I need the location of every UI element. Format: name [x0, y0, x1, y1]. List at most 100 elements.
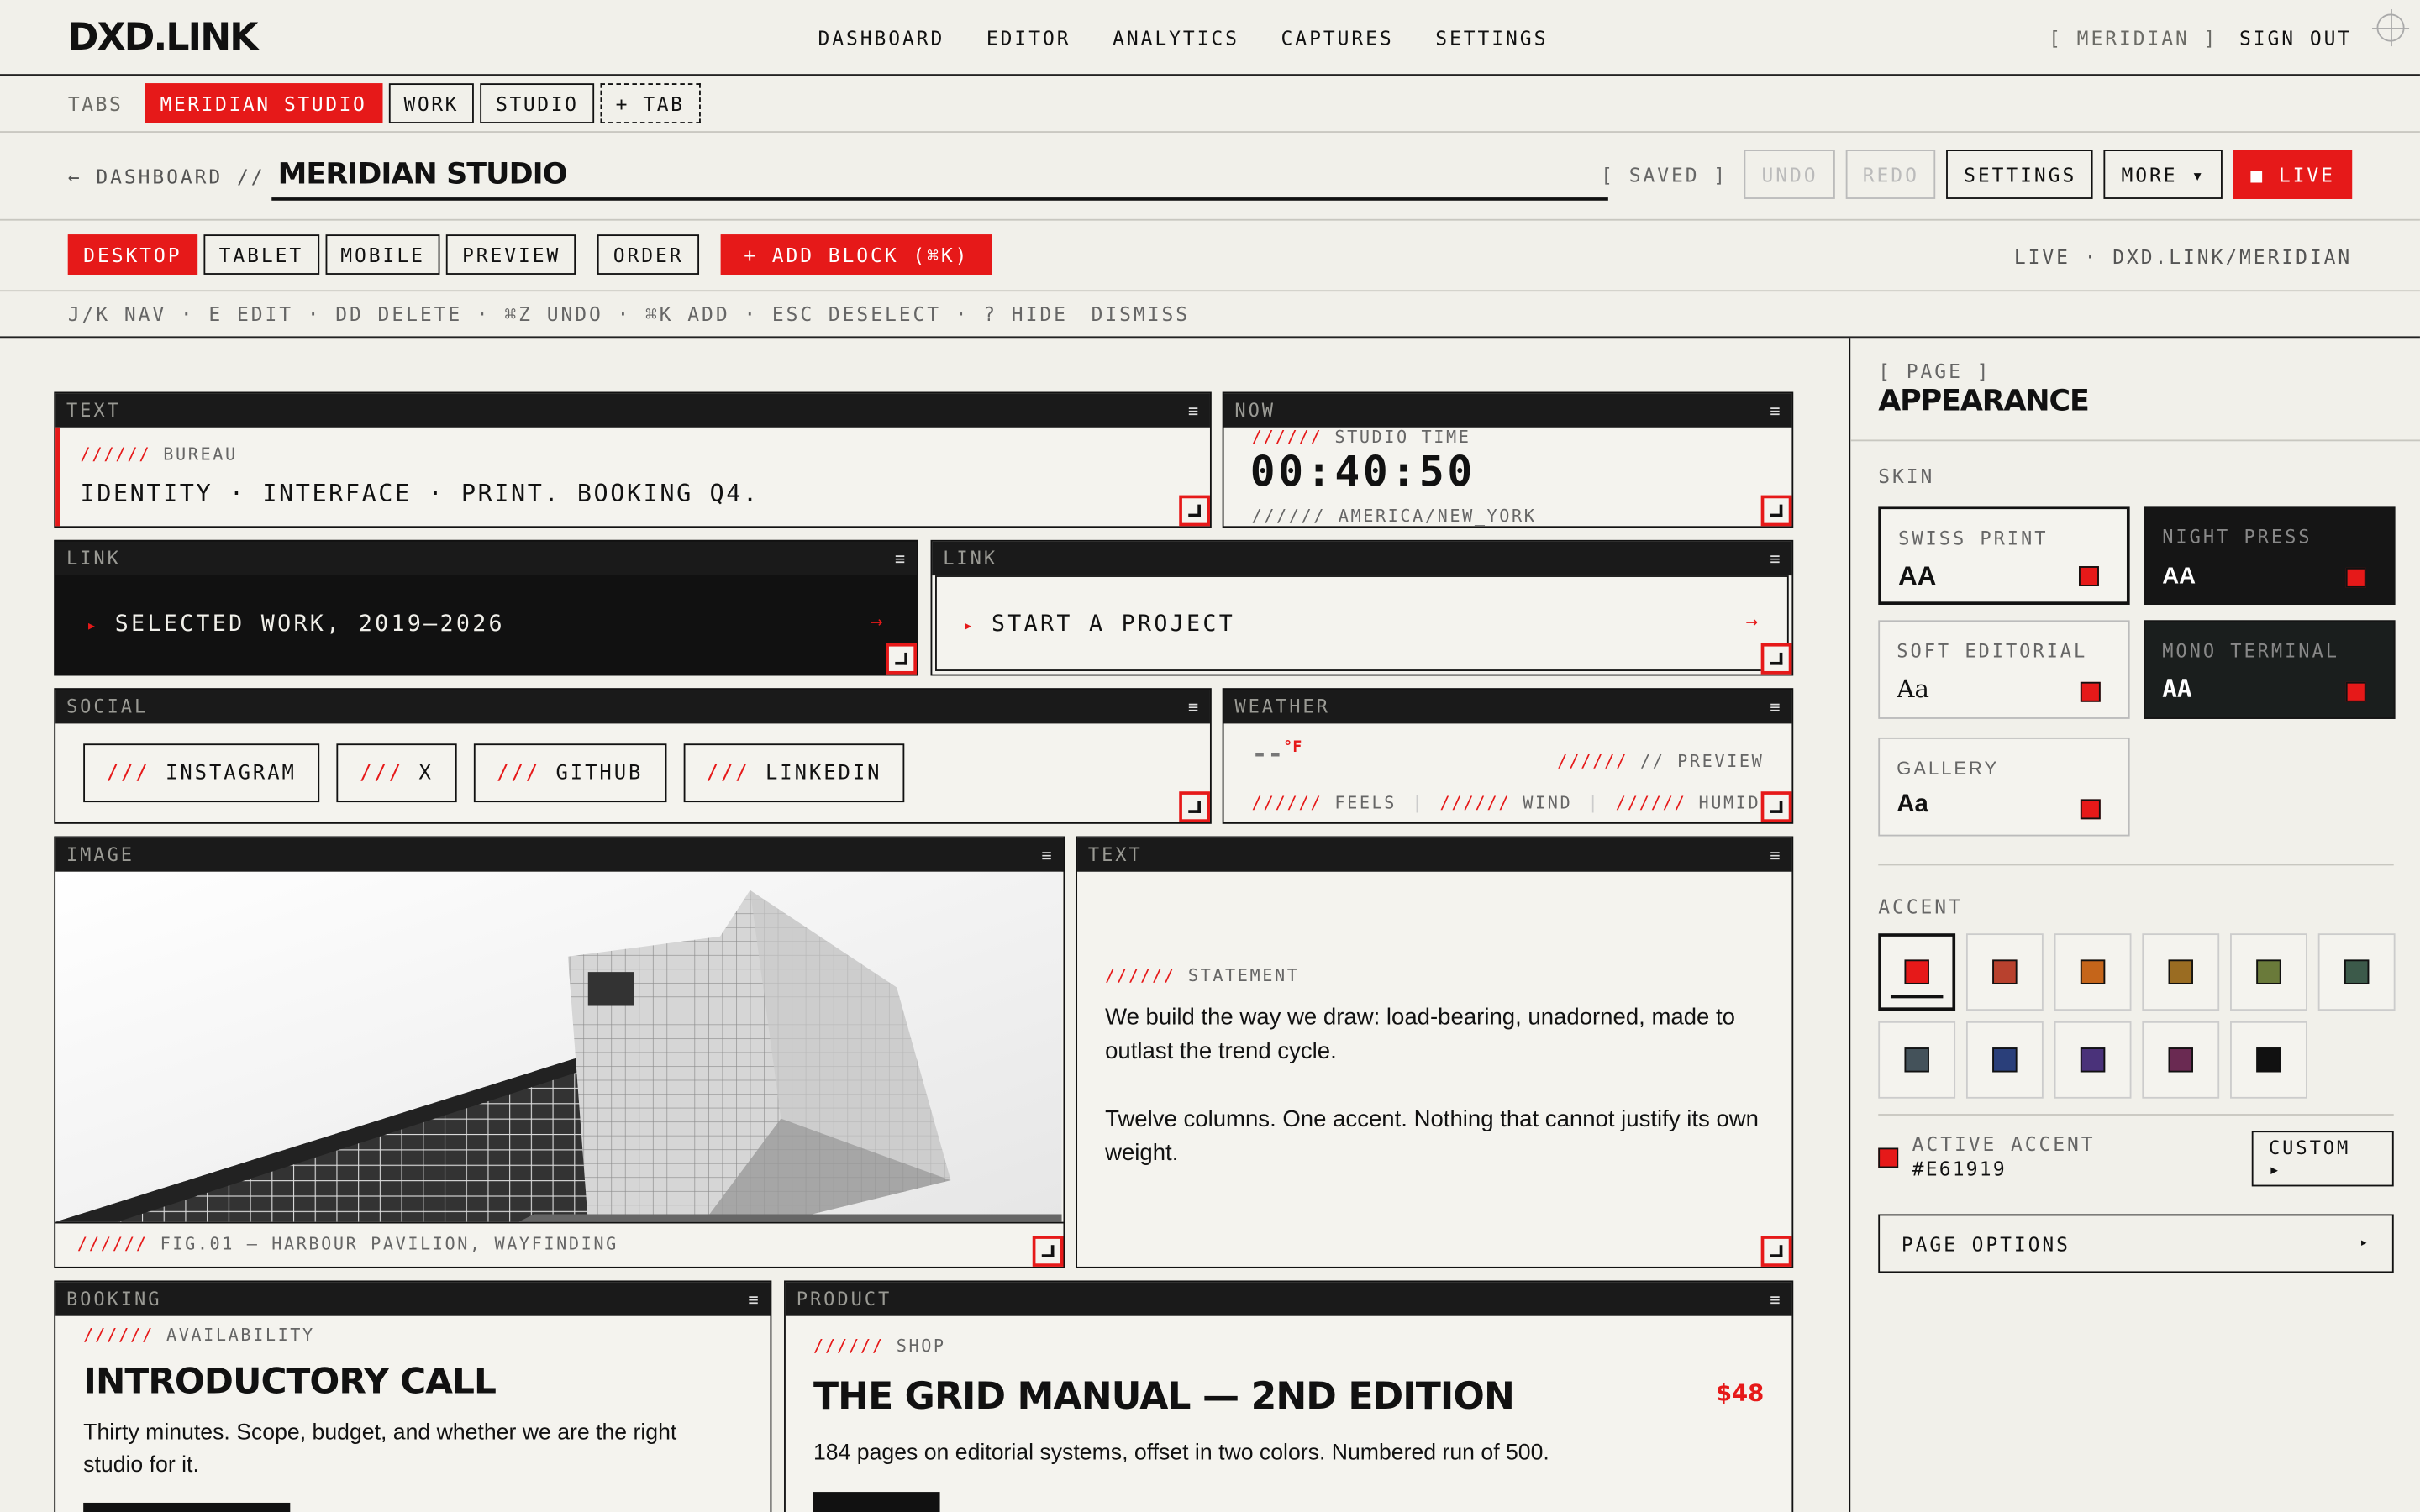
block-header[interactable]: PRODUCT ≡ — [785, 1282, 1792, 1316]
kicker-slashes: ////// — [1251, 506, 1326, 527]
accent-swatch[interactable] — [2142, 1021, 2220, 1099]
arrow-right-icon: ▸ — [963, 615, 976, 636]
block-header[interactable]: IMAGE ≡ — [55, 837, 1064, 872]
resize-handle-icon[interactable] — [1760, 1236, 1792, 1267]
product-block[interactable]: PRODUCT ≡ ////// SHOP THE GRID MANUAL — 2… — [784, 1280, 1794, 1512]
device-desktop[interactable]: DESKTOP — [67, 234, 197, 275]
page-options-button[interactable]: PAGE OPTIONS ▸ — [1878, 1214, 2394, 1273]
resize-handle-icon[interactable] — [1760, 495, 1792, 527]
now-block[interactable]: NOW ≡ ////// STUDIO TIME 00:40:50 ////// … — [1222, 391, 1794, 528]
menu-icon[interactable]: ≡ — [1770, 549, 1782, 569]
order-button[interactable]: ORDER — [597, 234, 699, 275]
add-block-button[interactable]: + ADD BLOCK (⌘K) — [720, 234, 992, 275]
resize-handle-icon[interactable] — [1760, 643, 1792, 675]
menu-icon[interactable]: ≡ — [1770, 696, 1782, 717]
link-block-selected-work[interactable]: LINK ≡ ▸ SELECTED WORK, 2019–2026 → — [54, 539, 918, 676]
social-block[interactable]: SOCIAL ≡ /// INSTAGRAM /// X /// GITHUB /// L… — [54, 688, 1212, 824]
tab-meridian-studio[interactable]: MERIDIAN STUDIO — [145, 83, 382, 123]
product-buy-button[interactable] — [813, 1492, 940, 1512]
menu-icon[interactable]: ≡ — [1188, 401, 1201, 421]
menu-icon[interactable]: ≡ — [1041, 845, 1054, 865]
social-instagram[interactable]: /// INSTAGRAM — [83, 743, 320, 803]
accent-swatch[interactable] — [2230, 933, 2307, 1011]
block-header[interactable]: LINK ≡ — [932, 541, 1792, 576]
skin-gallery[interactable]: GALLERY Aa — [1878, 737, 2130, 837]
skin-mono-terminal[interactable]: MONO TERMINAL AA — [2144, 620, 2396, 719]
preview-label: // PREVIEW — [1639, 751, 1765, 772]
block-header[interactable]: BOOKING ≡ — [55, 1282, 771, 1316]
link-label[interactable]: ▸ SELECTED WORK, 2019–2026 — [87, 612, 505, 637]
menu-icon[interactable]: ≡ — [1188, 696, 1201, 717]
menu-icon[interactable]: ≡ — [748, 1289, 760, 1310]
device-mobile[interactable]: MOBILE — [324, 234, 441, 275]
page-title-input[interactable]: MERIDIAN STUDIO — [271, 155, 1608, 201]
block-header[interactable]: LINK ≡ — [55, 541, 917, 576]
kicker-slashes: ////// — [1557, 751, 1628, 772]
booking-block[interactable]: BOOKING ≡ ////// AVAILABILITY INTRODUCTOR… — [54, 1280, 772, 1512]
skin-swiss-print[interactable]: SWISS PRINT AA — [1878, 506, 2130, 605]
account-name[interactable]: [ MERIDIAN ] — [2049, 26, 2217, 50]
image-block[interactable]: IMAGE ≡ ////// FIG.01 — HARBOUR PAVILION… — [54, 836, 1065, 1268]
skin-soft-editorial[interactable]: SOFT EDITORIAL Aa — [1878, 620, 2130, 719]
tab-work[interactable]: WORK — [388, 83, 475, 123]
signout-link[interactable]: SIGN OUT — [2239, 26, 2352, 50]
add-tab-button[interactable]: + TAB — [600, 83, 700, 123]
resize-handle-icon[interactable] — [1760, 791, 1792, 822]
text-block-statement[interactable]: TEXT ≡ ////// STATEMENT We build the way … — [1076, 836, 1794, 1268]
redo-button[interactable]: REDO — [1845, 150, 1937, 199]
undo-button[interactable]: UNDO — [1744, 150, 1835, 199]
live-button[interactable]: ■ LIVE — [2233, 150, 2353, 199]
menu-icon[interactable]: ≡ — [895, 549, 908, 569]
skin-night-press[interactable]: NIGHT PRESS AA — [2144, 506, 2396, 605]
logo[interactable]: DXD.LINK — [68, 15, 259, 58]
block-header[interactable]: TEXT ≡ — [1077, 837, 1792, 872]
arrow-icon: → — [1745, 611, 1759, 634]
block-header[interactable]: TEXT ≡ — [55, 393, 1210, 428]
preview-button[interactable]: PREVIEW — [446, 234, 576, 275]
nav-analytics[interactable]: ANALYTICS — [1113, 26, 1239, 50]
social-github[interactable]: /// GITHUB — [473, 743, 666, 803]
accent-swatch[interactable] — [1878, 1021, 1956, 1099]
device-tablet[interactable]: TABLET — [203, 234, 319, 275]
dismiss-link[interactable]: DISMISS — [1092, 302, 1190, 326]
social-linkedin[interactable]: /// LINKEDIN — [683, 743, 906, 803]
accent-swatch[interactable] — [2054, 933, 2132, 1011]
link-block-start-project[interactable]: LINK ≡ ▸ START A PROJECT → — [930, 539, 1794, 676]
tab-studio[interactable]: STUDIO — [480, 83, 594, 123]
menu-icon[interactable]: ≡ — [1770, 401, 1782, 421]
accent-swatch[interactable] — [2317, 933, 2396, 1011]
accent-swatch[interactable] — [1965, 933, 2044, 1011]
link-label[interactable]: ▸ START A PROJECT — [963, 612, 1235, 637]
accent-swatch[interactable] — [2054, 1021, 2132, 1099]
accent-swatch[interactable] — [1878, 933, 1956, 1011]
social-x[interactable]: /// X — [336, 743, 457, 803]
social-prefix: /// — [106, 761, 150, 785]
accent-swatch[interactable] — [2230, 1021, 2307, 1099]
weather-block[interactable]: WEATHER ≡ --°F ////// // PREVIEW ////// F… — [1222, 688, 1794, 824]
custom-accent-button[interactable]: CUSTOM ▸ — [2251, 1131, 2394, 1187]
booking-cta-button[interactable] — [83, 1502, 291, 1512]
live-url[interactable]: LIVE · DXD.LINK/MERIDIAN — [2014, 245, 2352, 269]
nav-dashboard[interactable]: DASHBOARD — [818, 26, 944, 50]
text-block-bureau[interactable]: TEXT ≡ ////// BUREAU IDENTITY · INTERFACE… — [54, 391, 1212, 528]
resize-handle-icon[interactable] — [1179, 495, 1210, 527]
accent-swatch[interactable] — [1965, 1021, 2044, 1099]
block-header[interactable]: WEATHER ≡ — [1223, 690, 1792, 724]
nav-editor[interactable]: EDITOR — [986, 26, 1071, 50]
resize-handle-icon[interactable] — [1032, 1236, 1064, 1267]
menu-icon[interactable]: ≡ — [1770, 845, 1782, 865]
resize-handle-icon[interactable] — [886, 643, 917, 675]
resize-handle-icon[interactable] — [1179, 791, 1210, 822]
more-button[interactable]: MORE ▾ — [2104, 150, 2223, 199]
block-header[interactable]: NOW ≡ — [1223, 393, 1792, 428]
block-header[interactable]: SOCIAL ≡ — [55, 690, 1210, 724]
menu-icon[interactable]: ≡ — [1770, 1289, 1782, 1310]
breadcrumb[interactable]: ← DASHBOARD // — [68, 165, 266, 189]
nav-settings[interactable]: SETTINGS — [1435, 26, 1548, 50]
settings-button[interactable]: SETTINGS — [1946, 150, 2094, 199]
crosshair-icon[interactable] — [2372, 9, 2410, 47]
editor-canvas: TEXT ≡ ////// BUREAU IDENTITY · INTERFACE… — [0, 338, 1849, 1512]
nav-captures[interactable]: CAPTURES — [1281, 26, 1394, 50]
kicker-slashes: ////// — [1615, 793, 1686, 813]
accent-swatch[interactable] — [2142, 933, 2220, 1011]
